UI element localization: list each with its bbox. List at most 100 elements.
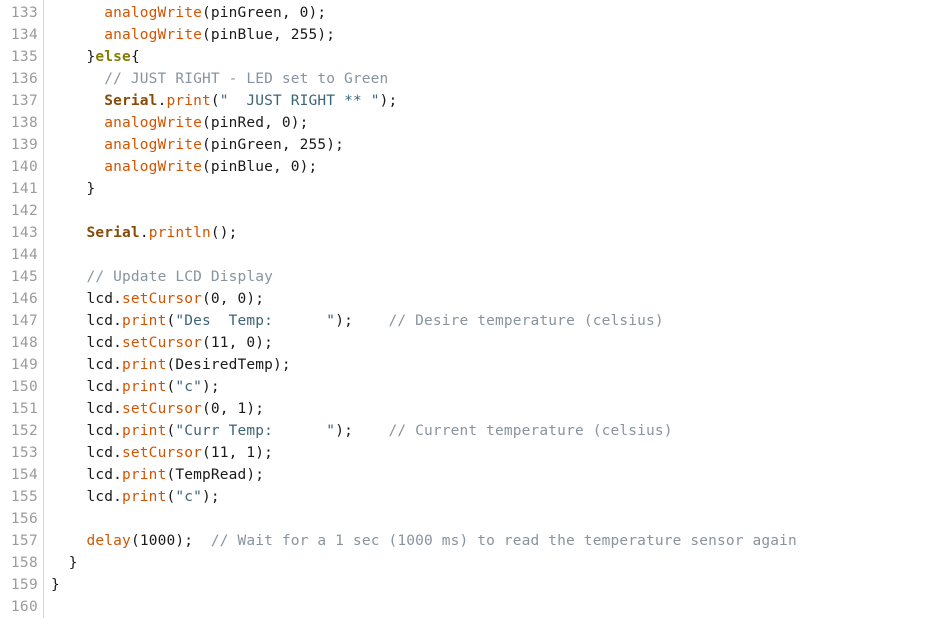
line-number: 151 (10, 401, 38, 417)
code-token-plain: (pinGreen, 255); (201, 137, 345, 153)
line-number: 153 (10, 445, 38, 461)
code-token-func: print (122, 423, 167, 439)
code-token-func: setCursor (122, 445, 202, 461)
code-line[interactable]: } (51, 178, 938, 200)
code-token-string: " JUST RIGHT ** " (219, 93, 380, 109)
code-line[interactable]: lcd.print("c"); (51, 376, 938, 398)
line-number: 147 (10, 313, 38, 329)
line-number: 136 (10, 71, 38, 87)
code-token-plain: lcd. (51, 423, 123, 439)
code-editor[interactable]: 133 134 135 136 137 138 139 140 141 142 143 144 145 1… (0, 0, 938, 618)
code-line[interactable] (51, 508, 938, 530)
code-token-plain: } (51, 49, 96, 65)
code-token-func: println (148, 225, 211, 241)
code-token-plain: ( (210, 93, 220, 109)
code-line[interactable]: analogWrite(pinBlue, 0); (51, 156, 938, 178)
code-line[interactable]: lcd.setCursor(11, 1); (51, 442, 938, 464)
code-token-func: print (122, 357, 167, 373)
line-number: 150 (10, 379, 38, 395)
code-token-string: "c" (175, 379, 202, 395)
code-token-plain: (11, 1); (201, 445, 274, 461)
code-line[interactable] (51, 200, 938, 222)
code-token-func: analogWrite (104, 137, 202, 153)
code-token-plain: (TempRead); (166, 467, 265, 483)
code-token-keyword: else (95, 49, 131, 65)
code-token-func: analogWrite (104, 159, 202, 175)
code-token-plain: (1000); (130, 533, 211, 549)
code-token-plain: ( (166, 379, 176, 395)
code-token-func: analogWrite (104, 115, 202, 131)
code-token-plain: } (51, 577, 60, 593)
code-line[interactable]: }else{ (51, 46, 938, 68)
code-line[interactable]: lcd.setCursor(0, 1); (51, 398, 938, 420)
code-token-string: "Des Temp: " (175, 313, 336, 329)
code-line[interactable]: // Update LCD Display (51, 266, 938, 288)
code-token-plain: (DesiredTemp); (166, 357, 291, 373)
code-token-func: print (122, 489, 167, 505)
code-token-plain: (); (210, 225, 238, 241)
code-token-plain: ( (166, 489, 176, 505)
code-line[interactable]: Serial.println(); (51, 222, 938, 244)
line-number: 154 (10, 467, 38, 483)
code-token-comment: // Wait for a 1 sec (1000 ms) to read th… (210, 533, 797, 549)
code-token-plain: (pinBlue, 0); (201, 159, 318, 175)
code-token-func: print (166, 93, 211, 109)
code-line[interactable]: // JUST RIGHT - LED set to Green (51, 68, 938, 90)
code-line[interactable] (51, 596, 938, 618)
code-token-string: "c" (175, 489, 202, 505)
code-token-plain: lcd. (51, 445, 123, 461)
code-token-func: setCursor (122, 335, 202, 351)
code-line[interactable]: } (51, 574, 938, 596)
line-number: 156 (10, 511, 38, 527)
line-number: 135 (10, 49, 38, 65)
code-line[interactable]: analogWrite(pinGreen, 0); (51, 2, 938, 24)
code-line[interactable]: Serial.print(" JUST RIGHT ** "); (51, 90, 938, 112)
code-token-plain: lcd. (51, 357, 123, 373)
code-text-area[interactable]: analogWrite(pinGreen, 0); analogWrite(pi… (44, 0, 938, 618)
code-token-plain: lcd. (51, 379, 123, 395)
code-line[interactable]: analogWrite(pinBlue, 255); (51, 24, 938, 46)
code-token-func: print (122, 379, 167, 395)
code-token-plain: (pinRed, 0); (201, 115, 309, 131)
code-token-plain: } (51, 181, 96, 197)
code-token-plain: { (130, 49, 140, 65)
code-line[interactable]: lcd.print("Curr Temp: "); // Current tem… (51, 420, 938, 442)
line-number: 152 (10, 423, 38, 439)
code-token-plain: ); (201, 379, 220, 395)
code-line[interactable]: lcd.setCursor(11, 0); (51, 332, 938, 354)
line-number: 134 (10, 27, 38, 43)
line-number: 146 (10, 291, 38, 307)
code-line[interactable]: } (51, 552, 938, 574)
code-token-comment: // Current temperature (celsius) (388, 423, 673, 439)
code-token-plain: (pinBlue, 255); (201, 27, 336, 43)
code-line[interactable]: analogWrite(pinGreen, 255); (51, 134, 938, 156)
line-number: 143 (10, 225, 38, 241)
code-token-plain: (0, 1); (201, 401, 265, 417)
code-line[interactable]: lcd.print("Des Temp: "); // Desire tempe… (51, 310, 938, 332)
code-line[interactable]: lcd.print(TempRead); (51, 464, 938, 486)
line-number: 138 (10, 115, 38, 131)
code-token-plain: ( (166, 313, 176, 329)
code-line[interactable]: delay(1000); // Wait for a 1 sec (1000 m… (51, 530, 938, 552)
line-number: 155 (10, 489, 38, 505)
code-line[interactable]: analogWrite(pinRed, 0); (51, 112, 938, 134)
code-token-plain: lcd. (51, 335, 123, 351)
code-token-plain: ); (335, 313, 389, 329)
code-token-func: print (122, 467, 167, 483)
code-line[interactable]: lcd.print(DesiredTemp); (51, 354, 938, 376)
line-number: 144 (10, 247, 38, 263)
line-number: 142 (10, 203, 38, 219)
code-token-func: setCursor (122, 291, 202, 307)
code-token-func: print (122, 313, 167, 329)
code-line[interactable]: lcd.print("c"); (51, 486, 938, 508)
code-token-func: analogWrite (104, 5, 202, 21)
line-number: 141 (10, 181, 38, 197)
code-line[interactable] (51, 244, 938, 266)
code-line[interactable]: lcd.setCursor(0, 0); (51, 288, 938, 310)
code-token-obj: Serial (104, 93, 158, 109)
